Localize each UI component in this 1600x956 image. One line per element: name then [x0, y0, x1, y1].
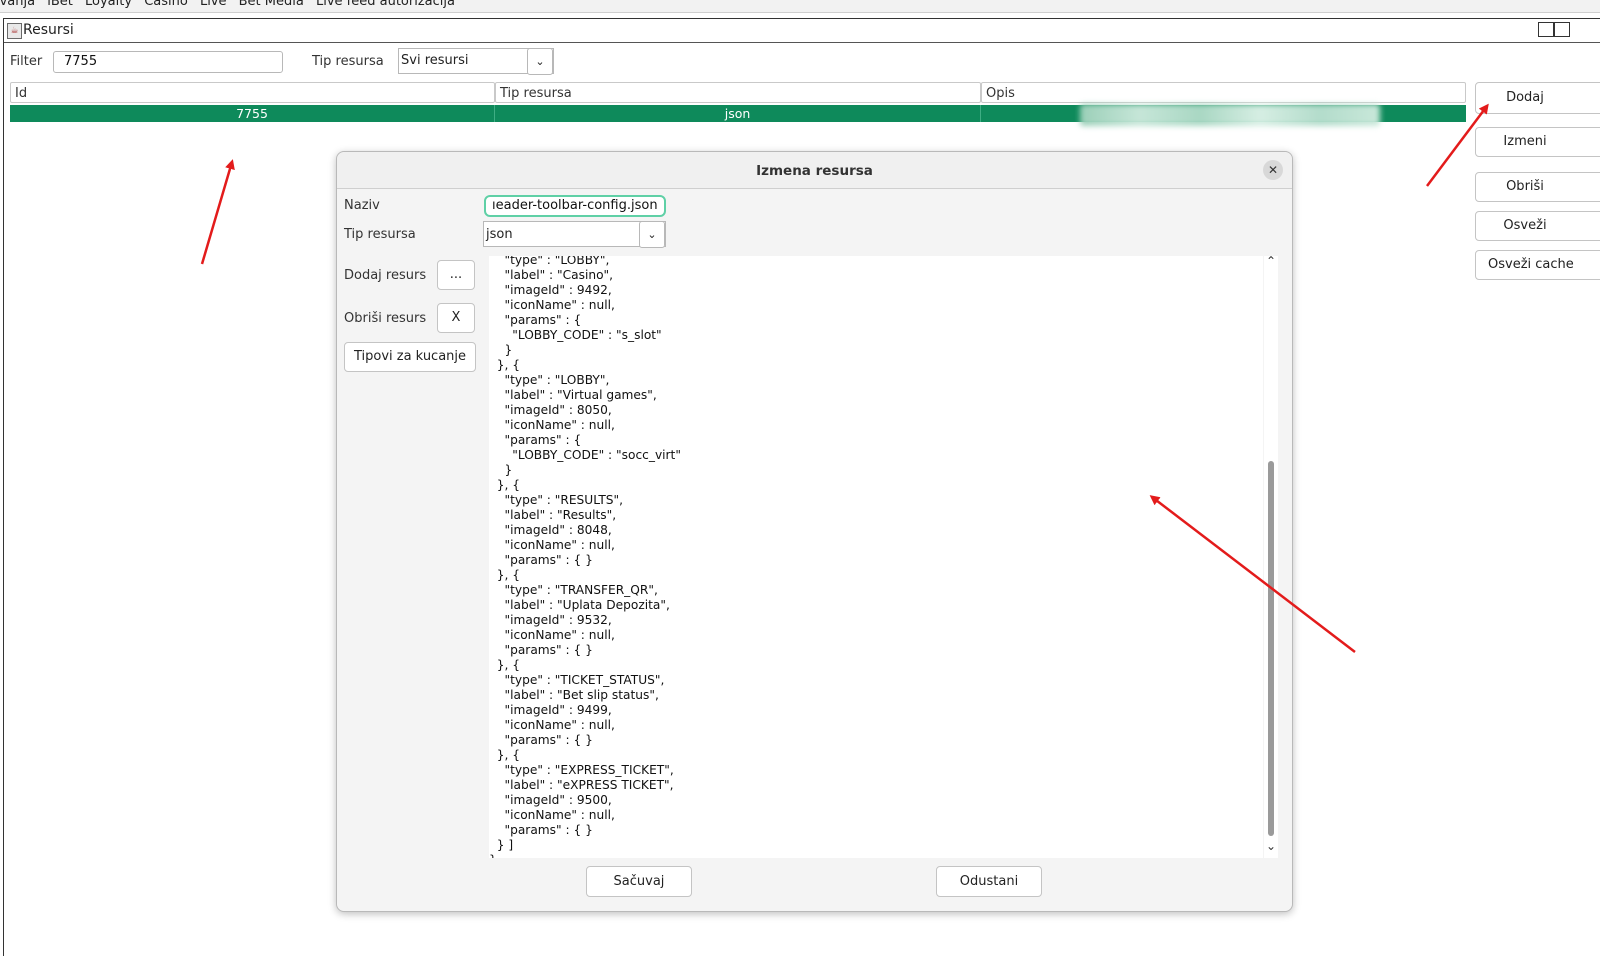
redacted-description — [1080, 104, 1380, 126]
cell-type: json — [495, 105, 981, 122]
edit-button[interactable]: Izmeni — [1475, 127, 1600, 157]
chevron-down-icon[interactable]: ⌄ — [1264, 839, 1278, 853]
delete-button[interactable]: Obriši — [1475, 172, 1600, 202]
column-header-id[interactable]: Id — [10, 82, 495, 103]
filter-input[interactable]: 7755 — [53, 51, 283, 73]
dialog-header[interactable]: Izmena resursa ✕ — [337, 152, 1292, 189]
dialog-type-select[interactable]: json ⌄ — [483, 221, 666, 248]
menu-item[interactable]: iBet — [47, 0, 73, 8]
window-title: Resursi — [23, 22, 74, 38]
cancel-button[interactable]: Odustani — [936, 866, 1042, 897]
cell-id: 7755 — [10, 105, 495, 122]
add-button[interactable]: Dodaj — [1475, 82, 1600, 114]
close-icon[interactable]: ✕ — [1263, 160, 1283, 180]
menu-item[interactable]: Bet Media — [239, 0, 304, 8]
typing-types-button[interactable]: Tipovi za kucanje — [344, 342, 476, 372]
refresh-cache-button[interactable]: Osveži cache — [1475, 250, 1600, 280]
java-app-icon: ☕ — [7, 23, 22, 39]
resource-type-select[interactable]: Svi resursi ⌄ — [398, 48, 554, 75]
chevron-up-icon[interactable]: ⌃ — [1264, 254, 1278, 268]
menu-item[interactable]: Live feed autorizacija — [316, 0, 455, 8]
dialog-title: Izmena resursa — [756, 163, 873, 179]
editor-scrollbar[interactable]: ⌃ ⌄ — [1264, 254, 1278, 858]
naziv-input[interactable]: ıeader-toolbar-config.json — [484, 195, 666, 217]
menu-bar: ivanja iBet Loyalty Casino Live Bet Medi… — [0, 0, 1600, 13]
add-resource-button[interactable]: ... — [437, 260, 475, 290]
refresh-button[interactable]: Osveži — [1475, 211, 1600, 241]
column-header-opis[interactable]: Opis — [981, 82, 1466, 103]
filter-label: Filter — [10, 54, 43, 69]
chevron-down-icon[interactable]: ⌄ — [527, 48, 553, 75]
menu-item[interactable]: ivanja — [0, 0, 35, 8]
resource-content-editor[interactable]: "type" : "LOBBY", "label" : "Casino", "i… — [489, 256, 1263, 858]
restore-icon[interactable] — [1538, 22, 1554, 37]
resource-type-label: Tip resursa — [312, 54, 384, 69]
add-resource-label: Dodaj resurs — [344, 268, 427, 283]
window-titlebar[interactable]: ☕ Resursi — [4, 19, 1600, 43]
delete-resource-label: Obriši resurs — [344, 311, 427, 326]
menu-item[interactable]: Live — [200, 0, 227, 8]
dialog-type-value: json — [486, 227, 513, 242]
menu-item[interactable]: Casino — [144, 0, 188, 8]
resource-json-text[interactable]: "type" : "LOBBY", "label" : "Casino", "i… — [489, 256, 681, 858]
table-header: Id Tip resursa Opis — [10, 82, 1466, 103]
delete-resource-button[interactable]: X — [437, 303, 475, 333]
dialog-type-label: Tip resursa — [344, 227, 416, 242]
column-header-type[interactable]: Tip resursa — [495, 82, 981, 103]
maximize-icon[interactable] — [1554, 22, 1570, 37]
scrollbar-thumb[interactable] — [1268, 461, 1274, 836]
menu-item[interactable]: Loyalty — [85, 0, 132, 8]
chevron-down-icon[interactable]: ⌄ — [639, 221, 665, 248]
naziv-label: Naziv — [344, 198, 380, 213]
save-button[interactable]: Sačuvaj — [586, 866, 692, 897]
resource-type-value: Svi resursi — [401, 53, 469, 68]
